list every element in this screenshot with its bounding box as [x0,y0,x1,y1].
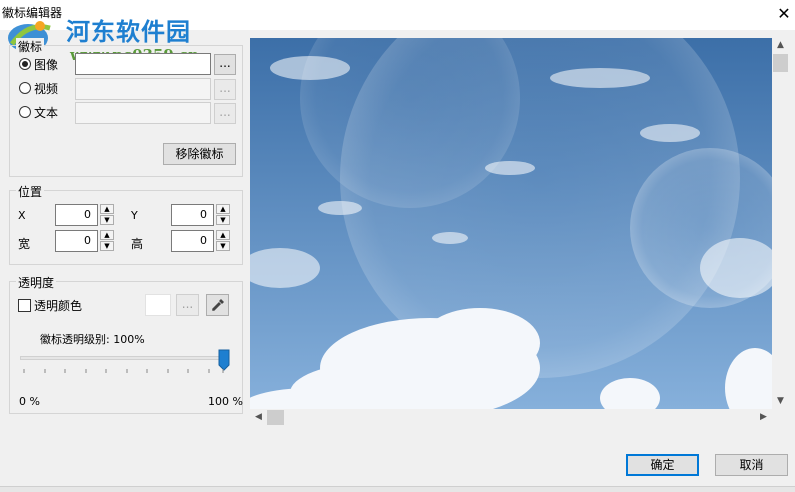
opacity-slider-thumb[interactable] [218,349,230,371]
opacity-max-label: 100 % [208,395,243,408]
video-browse-button[interactable]: ... [214,79,236,100]
height-label: 高 [131,237,144,251]
width-spin-up[interactable]: ▲ [100,230,114,240]
ok-button[interactable]: 确定 [626,454,699,476]
vertical-scrollbar[interactable] [772,38,789,409]
opacity-slider-track[interactable] [20,356,227,360]
sky-illustration [250,38,772,409]
scroll-left-arrow[interactable]: ◀ [251,409,266,426]
height-spin-up[interactable]: ▲ [216,230,230,240]
text-field[interactable] [75,102,211,124]
horizontal-scrollbar[interactable] [250,409,772,426]
image-browse-button[interactable]: ... [214,54,236,75]
width-input[interactable]: 0 [55,230,98,252]
underlying-window-edge [0,486,795,492]
color-swatch[interactable] [145,294,171,316]
y-spin-up[interactable]: ▲ [216,204,230,214]
x-label: X [18,209,26,222]
transparent-color-label: 透明颜色 [34,299,83,313]
y-label: Y [131,209,138,222]
scroll-right-arrow[interactable]: ▶ [756,409,771,426]
remove-logo-button[interactable]: 移除徽标 [163,143,236,165]
preview-image [250,38,772,409]
x-spin-down[interactable]: ▼ [100,215,114,225]
video-path-field[interactable] [75,78,211,100]
opacity-min-label: 0 % [19,395,40,408]
opacity-slider-ticks [23,369,224,373]
color-browse-button[interactable]: ... [176,294,199,316]
radio-video[interactable] [19,82,31,94]
image-path-field[interactable] [75,53,211,75]
watermark-brand: 河东软件园 [66,17,191,46]
radio-image[interactable] [19,58,31,70]
cancel-button[interactable]: 取消 [715,454,788,476]
opacity-level-label: 徽标透明级别: 100% [40,333,145,346]
y-spin-down[interactable]: ▼ [216,215,230,225]
transparent-color-checkbox[interactable] [18,299,31,312]
horizontal-scroll-thumb[interactable] [267,410,284,425]
scroll-down-arrow[interactable]: ▼ [772,394,789,409]
scroll-up-arrow[interactable]: ▲ [772,38,789,53]
position-group [9,190,243,265]
radio-text-label: 文本 [34,106,59,120]
width-label: 宽 [18,237,31,251]
close-button[interactable]: ✕ [774,4,794,24]
text-browse-button[interactable]: ... [214,103,236,124]
radio-video-label: 视频 [34,82,59,96]
radio-text[interactable] [19,106,31,118]
vertical-scroll-thumb[interactable] [773,54,788,72]
opacity-group-label: 透明度 [16,274,57,291]
radio-image-label: 图像 [34,58,59,72]
eyedropper-icon [211,299,224,311]
color-picker-button[interactable] [206,294,229,316]
width-spin-down[interactable]: ▼ [100,241,114,251]
height-spin-down[interactable]: ▼ [216,241,230,251]
y-input[interactable]: 0 [171,204,214,226]
height-input[interactable]: 0 [171,230,214,252]
position-group-label: 位置 [16,183,45,200]
x-input[interactable]: 0 [55,204,98,226]
x-spin-up[interactable]: ▲ [100,204,114,214]
close-icon: ✕ [777,4,791,23]
logo-group-label: 徽标 [16,38,45,55]
